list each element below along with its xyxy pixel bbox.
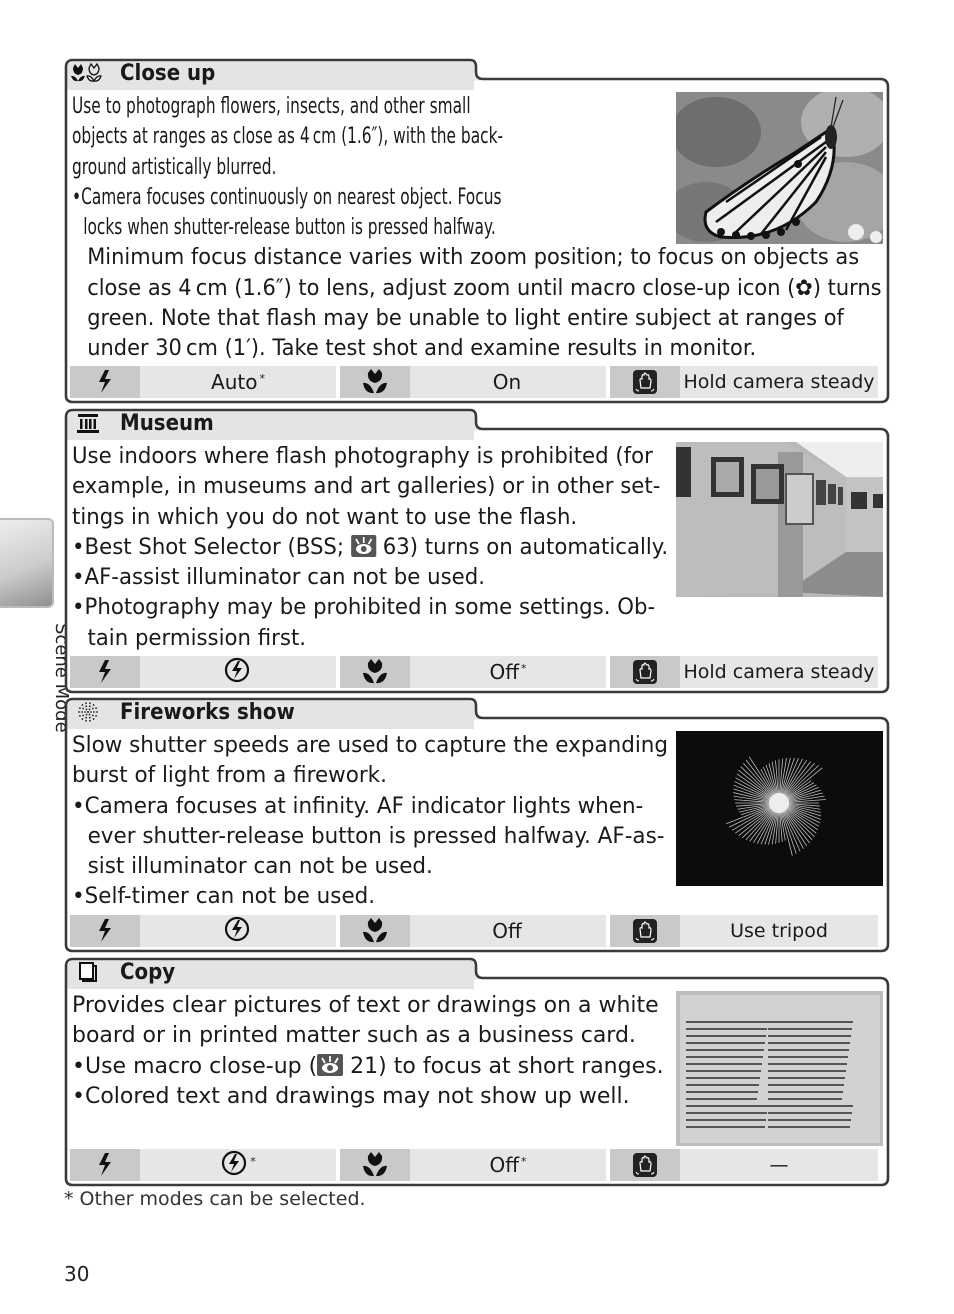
page-number: 30 [64, 1262, 90, 1286]
section-title-row: Close up [70, 60, 226, 86]
fireworks-icon [70, 701, 106, 723]
flash-setting: Auto * [140, 366, 336, 398]
stability-note: Use tripod [680, 915, 878, 947]
description-line: board or in printed matter such as a bus… [72, 1023, 636, 1049]
hand-shake-icon [610, 1149, 680, 1181]
hand-shake-icon [610, 915, 680, 947]
asterisk: * [250, 1154, 256, 1168]
flash-off-icon [220, 1149, 248, 1182]
description-line: •Colored text and drawings may not show … [72, 1083, 630, 1109]
description-line: Slow shutter speeds are used to capture … [72, 733, 669, 758]
macro-setting: Off * [410, 1149, 606, 1181]
flash-off-icon [223, 656, 251, 689]
macro-value: Off [489, 1153, 520, 1177]
footnote: * Other modes can be selected. [64, 1188, 366, 1210]
section-title-row: Copy [70, 959, 181, 985]
scene-section: Museum Use indoors where flash photograp… [64, 408, 890, 694]
description-line: Provides clear pictures of text or drawi… [72, 993, 659, 1018]
museum-gallery-photo [676, 442, 883, 597]
macro-icon [340, 915, 410, 947]
description-line: under 30 cm (1′). Take test shot and exa… [87, 336, 757, 362]
copy-document-icon [70, 961, 106, 983]
macro-value: Off [492, 919, 522, 943]
description-line: burst of light from a firework. [72, 763, 387, 789]
description-line: •Camera focuses continuously on nearest … [72, 184, 502, 210]
description-line: tain permission first. [87, 625, 307, 651]
printed-document-photo [676, 991, 883, 1146]
flash-setting: * [140, 1149, 336, 1181]
description-line: •Photography may be prohibited in some s… [72, 595, 656, 621]
stability-note: — [680, 1149, 878, 1181]
section-title: Close up [120, 60, 216, 86]
description-line: •Best Shot Selector (BSS; 63) turns on a… [72, 534, 669, 560]
macro-setting: Off [410, 915, 606, 947]
hand-shake-icon [610, 366, 680, 398]
description-line: Minimum focus distance varies with zoom … [87, 245, 860, 271]
stability-note: Hold camera steady [680, 366, 878, 398]
macro-value: Off [489, 660, 520, 684]
settings-row: Auto * On Hold camera steady [70, 366, 882, 398]
description-line: ever shutter-release button is pressed h… [87, 823, 665, 849]
description-line: green. Note that flash may be unable to … [87, 306, 844, 332]
settings-row: * Off * — [70, 1149, 882, 1181]
section-description: Use indoors where flash photography is p… [72, 442, 689, 654]
settings-row: Off Use tripod [70, 915, 882, 947]
scene-section: Fireworks show Slow shutter speeds are u… [64, 697, 890, 953]
macro-value: On [492, 370, 522, 394]
museum-icon [70, 412, 106, 434]
section-title: Museum [120, 410, 214, 436]
butterfly-photo [666, 87, 896, 244]
section-title: Fireworks show [120, 699, 295, 725]
description-line: sist illuminator can not be used. [87, 854, 433, 880]
description-line: Use indoors where flash photography is p… [72, 444, 653, 469]
description-line: tings in which you do not want to use th… [72, 504, 578, 530]
macro-icon [340, 1149, 410, 1181]
flash-off-icon [223, 915, 251, 948]
chapter-thumb-tab [0, 518, 54, 608]
description-line: locks when shutter-release button is pre… [83, 215, 496, 241]
page-reference-icon [350, 534, 376, 557]
section-description: Slow shutter speeds are used to capture … [72, 731, 683, 913]
scene-section: Copy Provides clear pictures of text or … [64, 957, 890, 1187]
asterisk: * [259, 371, 265, 385]
fireworks-photo [676, 731, 883, 886]
flash-icon [70, 915, 140, 947]
description-line: objects at ranges as close as 4 cm (1.6″… [72, 124, 504, 150]
flash-icon [70, 366, 140, 398]
stability-note: Hold camera steady [680, 656, 878, 688]
scene-section: Close up Use to photograph flowers, inse… [64, 58, 896, 404]
description-line: ground artistically blurred. [72, 154, 277, 180]
description-line: Use to photograph flowers, insects, and … [72, 94, 471, 119]
description-line: •Camera focuses at infinity. AF indicato… [72, 793, 644, 819]
flash-mode-value: Auto [211, 370, 258, 394]
section-title: Copy [120, 959, 176, 985]
flash-setting [140, 915, 336, 947]
flash-setting [140, 656, 336, 688]
section-description: Provides clear pictures of text or drawi… [72, 991, 664, 1112]
description-line: •AF-assist illuminator can not be used. [72, 565, 485, 591]
asterisk: * [521, 1154, 527, 1168]
macro-icon [340, 656, 410, 688]
settings-row: Off * Hold camera steady [70, 656, 882, 688]
asterisk: * [521, 661, 527, 675]
page-reference-icon [317, 1053, 344, 1076]
macro-icon [340, 366, 410, 398]
description-line: close as 4 cm (1.6″) to lens, adjust zoo… [87, 275, 882, 301]
macro-setting: On [410, 366, 606, 398]
description-line: •Self-timer can not be used. [72, 884, 376, 910]
description-line: •Use macro close-up ( 21) to focus at sh… [72, 1053, 664, 1079]
flash-icon [70, 656, 140, 688]
flash-icon [70, 1149, 140, 1181]
section-title-row: Fireworks show [70, 699, 314, 725]
section-title-row: Museum [70, 410, 224, 436]
hand-shake-icon [610, 656, 680, 688]
description-line: example, in museums and art galleries) o… [72, 474, 661, 500]
macro-flower-icon [70, 62, 106, 84]
macro-setting: Off * [410, 656, 606, 688]
